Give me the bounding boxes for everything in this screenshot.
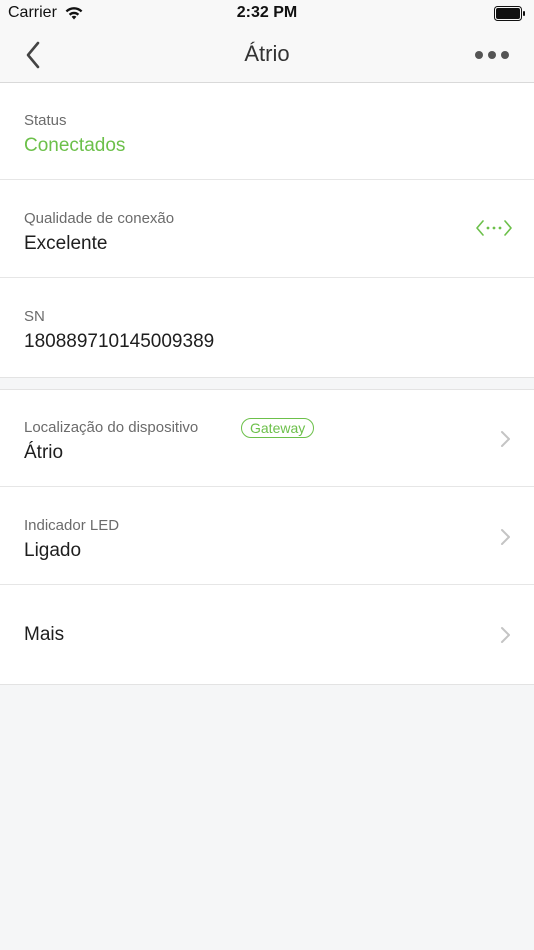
device-location-label: Localização do dispositivo xyxy=(24,419,199,436)
more-row[interactable]: Mais xyxy=(0,586,534,683)
led-indicator-label: Indicador LED xyxy=(24,517,120,534)
chevron-right-icon xyxy=(501,627,510,643)
connection-quality-value: Excelente xyxy=(24,233,108,254)
status-bar: Carrier 2:32 PM xyxy=(0,0,534,28)
serial-number-label: SN xyxy=(24,308,45,325)
serial-number-row: SN 180889710145009389 xyxy=(0,279,534,376)
battery-icon xyxy=(494,6,525,21)
more-label: Mais xyxy=(24,624,65,645)
device-detail-screen: Carrier 2:32 PM Átrio Status Conectados … xyxy=(0,0,534,950)
navigation-bar: Átrio xyxy=(0,28,534,83)
device-info-section: Status Conectados Qualidade de conexão E… xyxy=(0,83,534,378)
status-label: Status xyxy=(24,112,67,129)
chevron-right-icon xyxy=(501,529,510,545)
more-horizontal-icon xyxy=(475,51,509,59)
device-settings-section: Localização do dispositivo Gateway Átrio… xyxy=(0,389,534,685)
chevron-right-icon xyxy=(501,431,510,447)
back-button[interactable] xyxy=(18,38,52,72)
led-indicator-row[interactable]: Indicador LED Ligado xyxy=(0,488,534,585)
serial-number-value: 180889710145009389 xyxy=(24,331,215,352)
status-value: Conectados xyxy=(24,135,126,156)
status-row: Status Conectados xyxy=(0,83,534,180)
device-location-row[interactable]: Localização do dispositivo Gateway Átrio xyxy=(0,390,534,487)
page-title: Átrio xyxy=(244,41,290,66)
chevron-left-icon xyxy=(26,41,40,69)
connection-quality-row: Qualidade de conexão Excelente xyxy=(0,181,534,278)
more-options-button[interactable] xyxy=(474,44,514,66)
led-indicator-value: Ligado xyxy=(24,540,82,561)
device-location-value: Átrio xyxy=(24,442,64,463)
signal-code-icon xyxy=(476,220,512,236)
gateway-badge: Gateway xyxy=(241,418,315,438)
status-time: 2:32 PM xyxy=(236,4,298,21)
connection-quality-label: Qualidade de conexão xyxy=(24,210,175,227)
